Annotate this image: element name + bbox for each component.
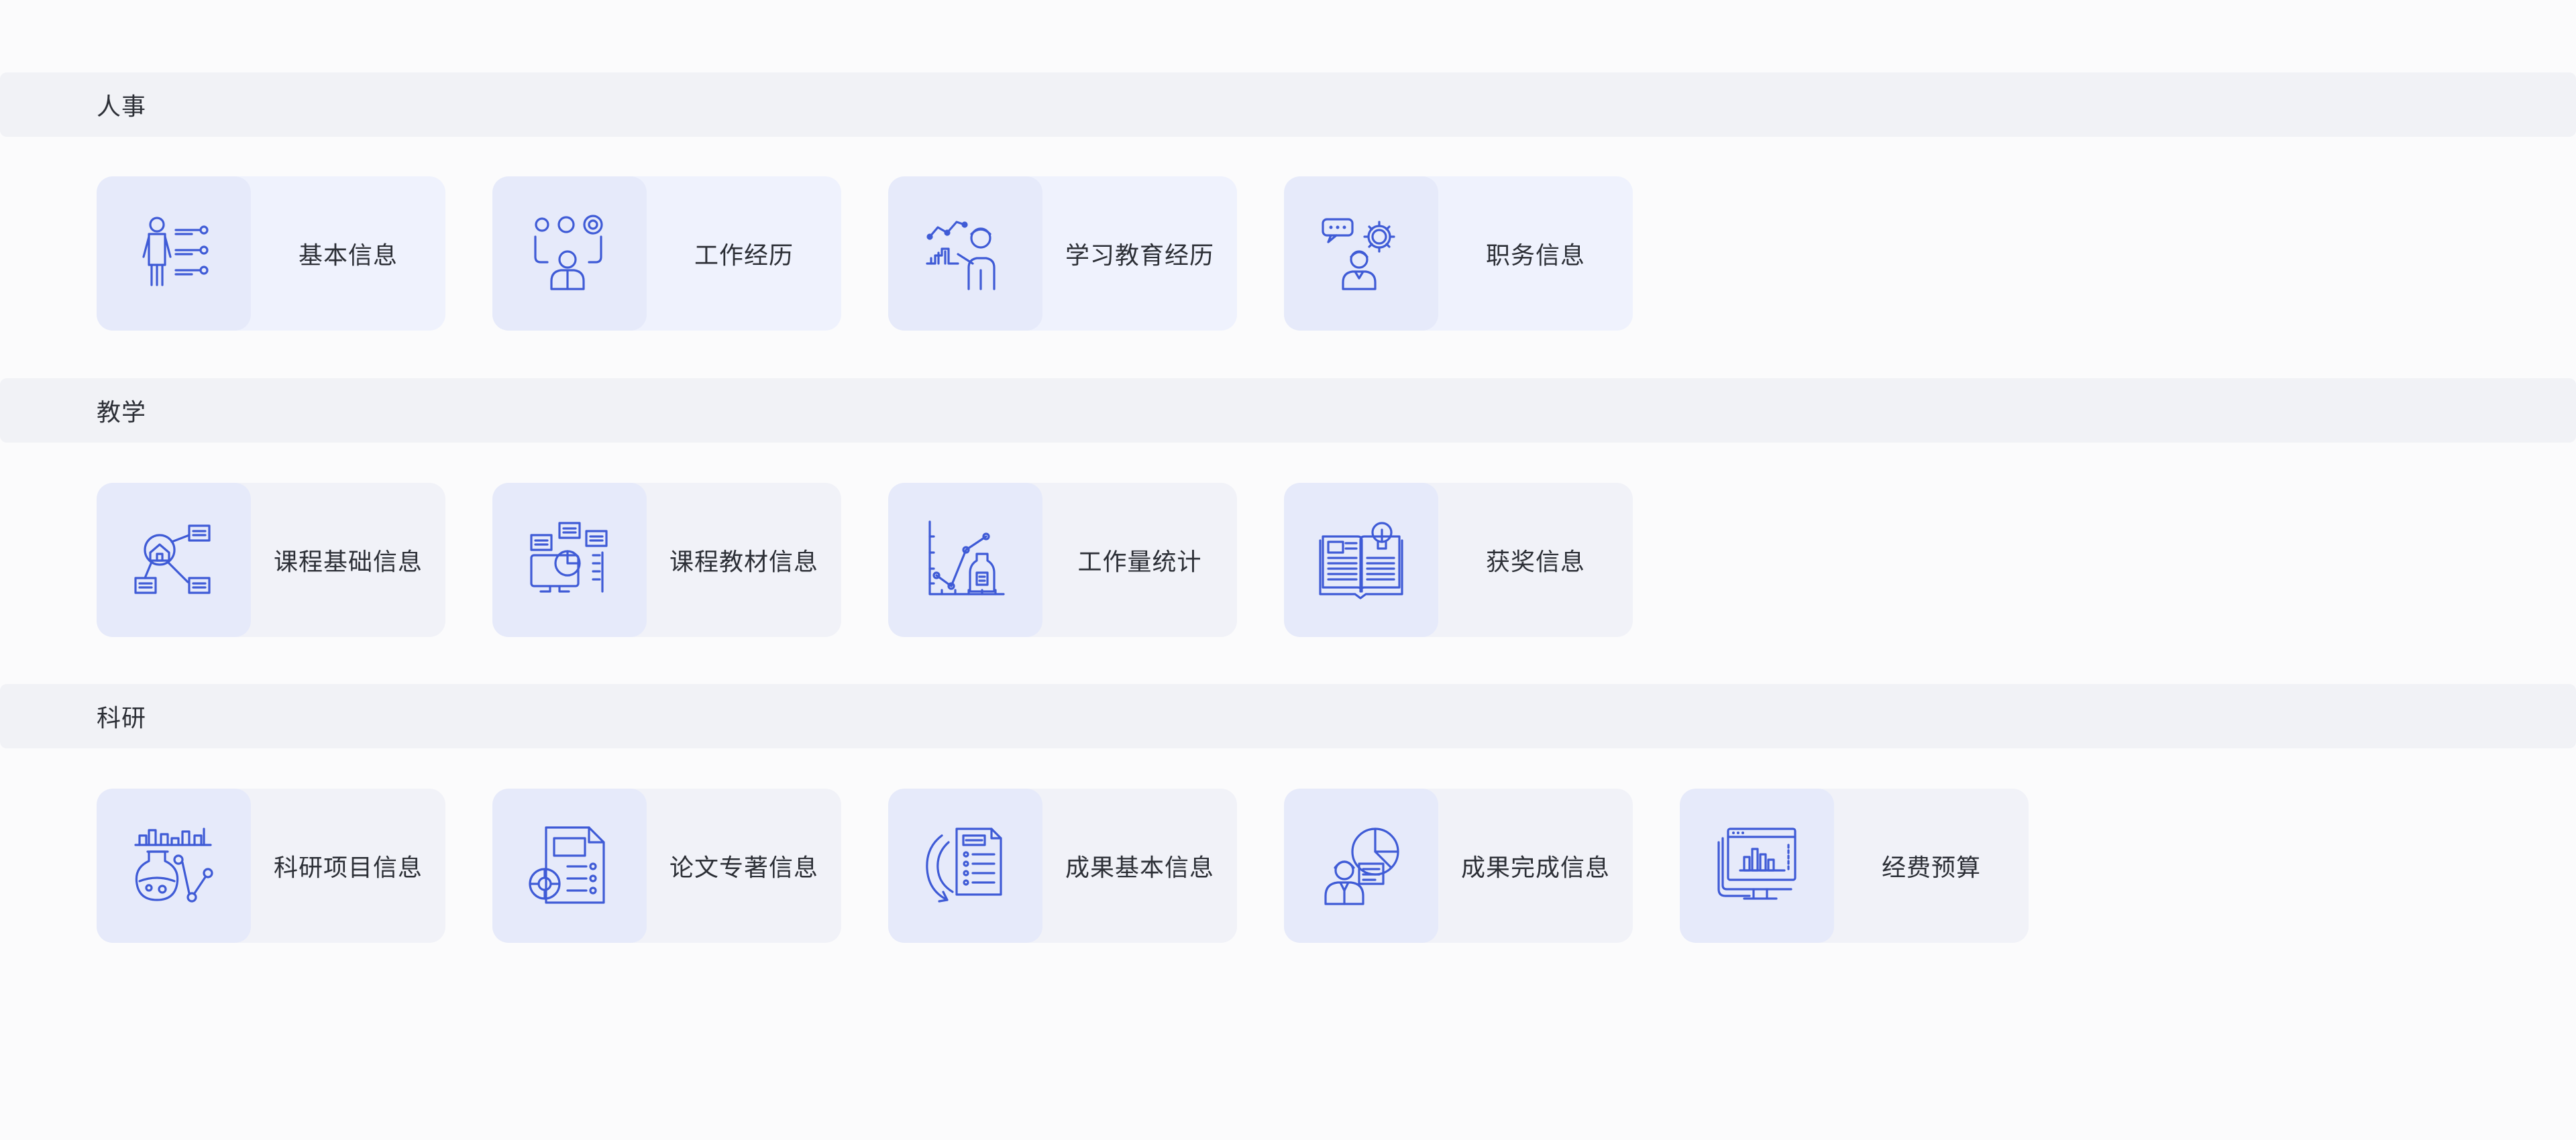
card-label: 学习教育经历 [1065, 242, 1214, 270]
card-label: 获奖信息 [1485, 549, 1585, 576]
card-label: 论文专著信息 [669, 854, 818, 882]
section-title: 人事 [97, 93, 147, 121]
person-settings-icon [1284, 176, 1438, 331]
card-label: 职务信息 [1485, 242, 1585, 270]
section-header-personnel: 人事 [0, 72, 2576, 137]
card-position-info[interactable]: 职务信息 [1284, 176, 1633, 331]
card-label: 成果基本信息 [1065, 854, 1214, 882]
card-label: 基本信息 [298, 242, 398, 270]
section-header-teaching: 教学 [0, 378, 2576, 443]
document-chart-icon [492, 789, 647, 943]
card-label: 工作经历 [694, 242, 794, 270]
open-book-bulb-icon [1284, 483, 1438, 637]
card-work-history[interactable]: 工作经历 [492, 176, 841, 331]
card-label: 工作量统计 [1077, 549, 1202, 576]
card-label: 科研项目信息 [273, 854, 423, 882]
card-achievement-completion-info[interactable]: 成果完成信息 [1284, 789, 1633, 943]
card-label: 课程教材信息 [669, 549, 818, 576]
section-title: 教学 [97, 399, 147, 426]
person-list-icon [97, 176, 251, 331]
card-funding-budget[interactable]: 经费预算 [1680, 789, 2029, 943]
person-options-icon [492, 176, 647, 331]
lab-flask-icon [97, 789, 251, 943]
computer-pie-chart-icon [492, 483, 647, 637]
card-course-textbook-info[interactable]: 课程教材信息 [492, 483, 841, 637]
card-label: 经费预算 [1881, 854, 1981, 882]
monitor-bar-chart-icon [1680, 789, 1834, 943]
line-chart-bottle-icon [888, 483, 1042, 637]
card-research-project-info[interactable]: 科研项目信息 [97, 789, 445, 943]
card-label: 成果完成信息 [1460, 854, 1610, 882]
card-award-info[interactable]: 获奖信息 [1284, 483, 1633, 637]
card-label: 课程基础信息 [273, 549, 423, 576]
person-pie-chart-icon [1284, 789, 1438, 943]
card-workload-statistics[interactable]: 工作量统计 [888, 483, 1237, 637]
section-title: 科研 [97, 705, 147, 732]
card-education-history[interactable]: 学习教育经历 [888, 176, 1237, 331]
document-refresh-icon [888, 789, 1042, 943]
course-network-icon [97, 483, 251, 637]
section-header-research: 科研 [0, 684, 2576, 748]
card-basic-info[interactable]: 基本信息 [97, 176, 445, 331]
card-course-basic-info[interactable]: 课程基础信息 [97, 483, 445, 637]
card-paper-monograph-info[interactable]: 论文专著信息 [492, 789, 841, 943]
person-growth-chart-icon [888, 176, 1042, 331]
card-achievement-basic-info[interactable]: 成果基本信息 [888, 789, 1237, 943]
